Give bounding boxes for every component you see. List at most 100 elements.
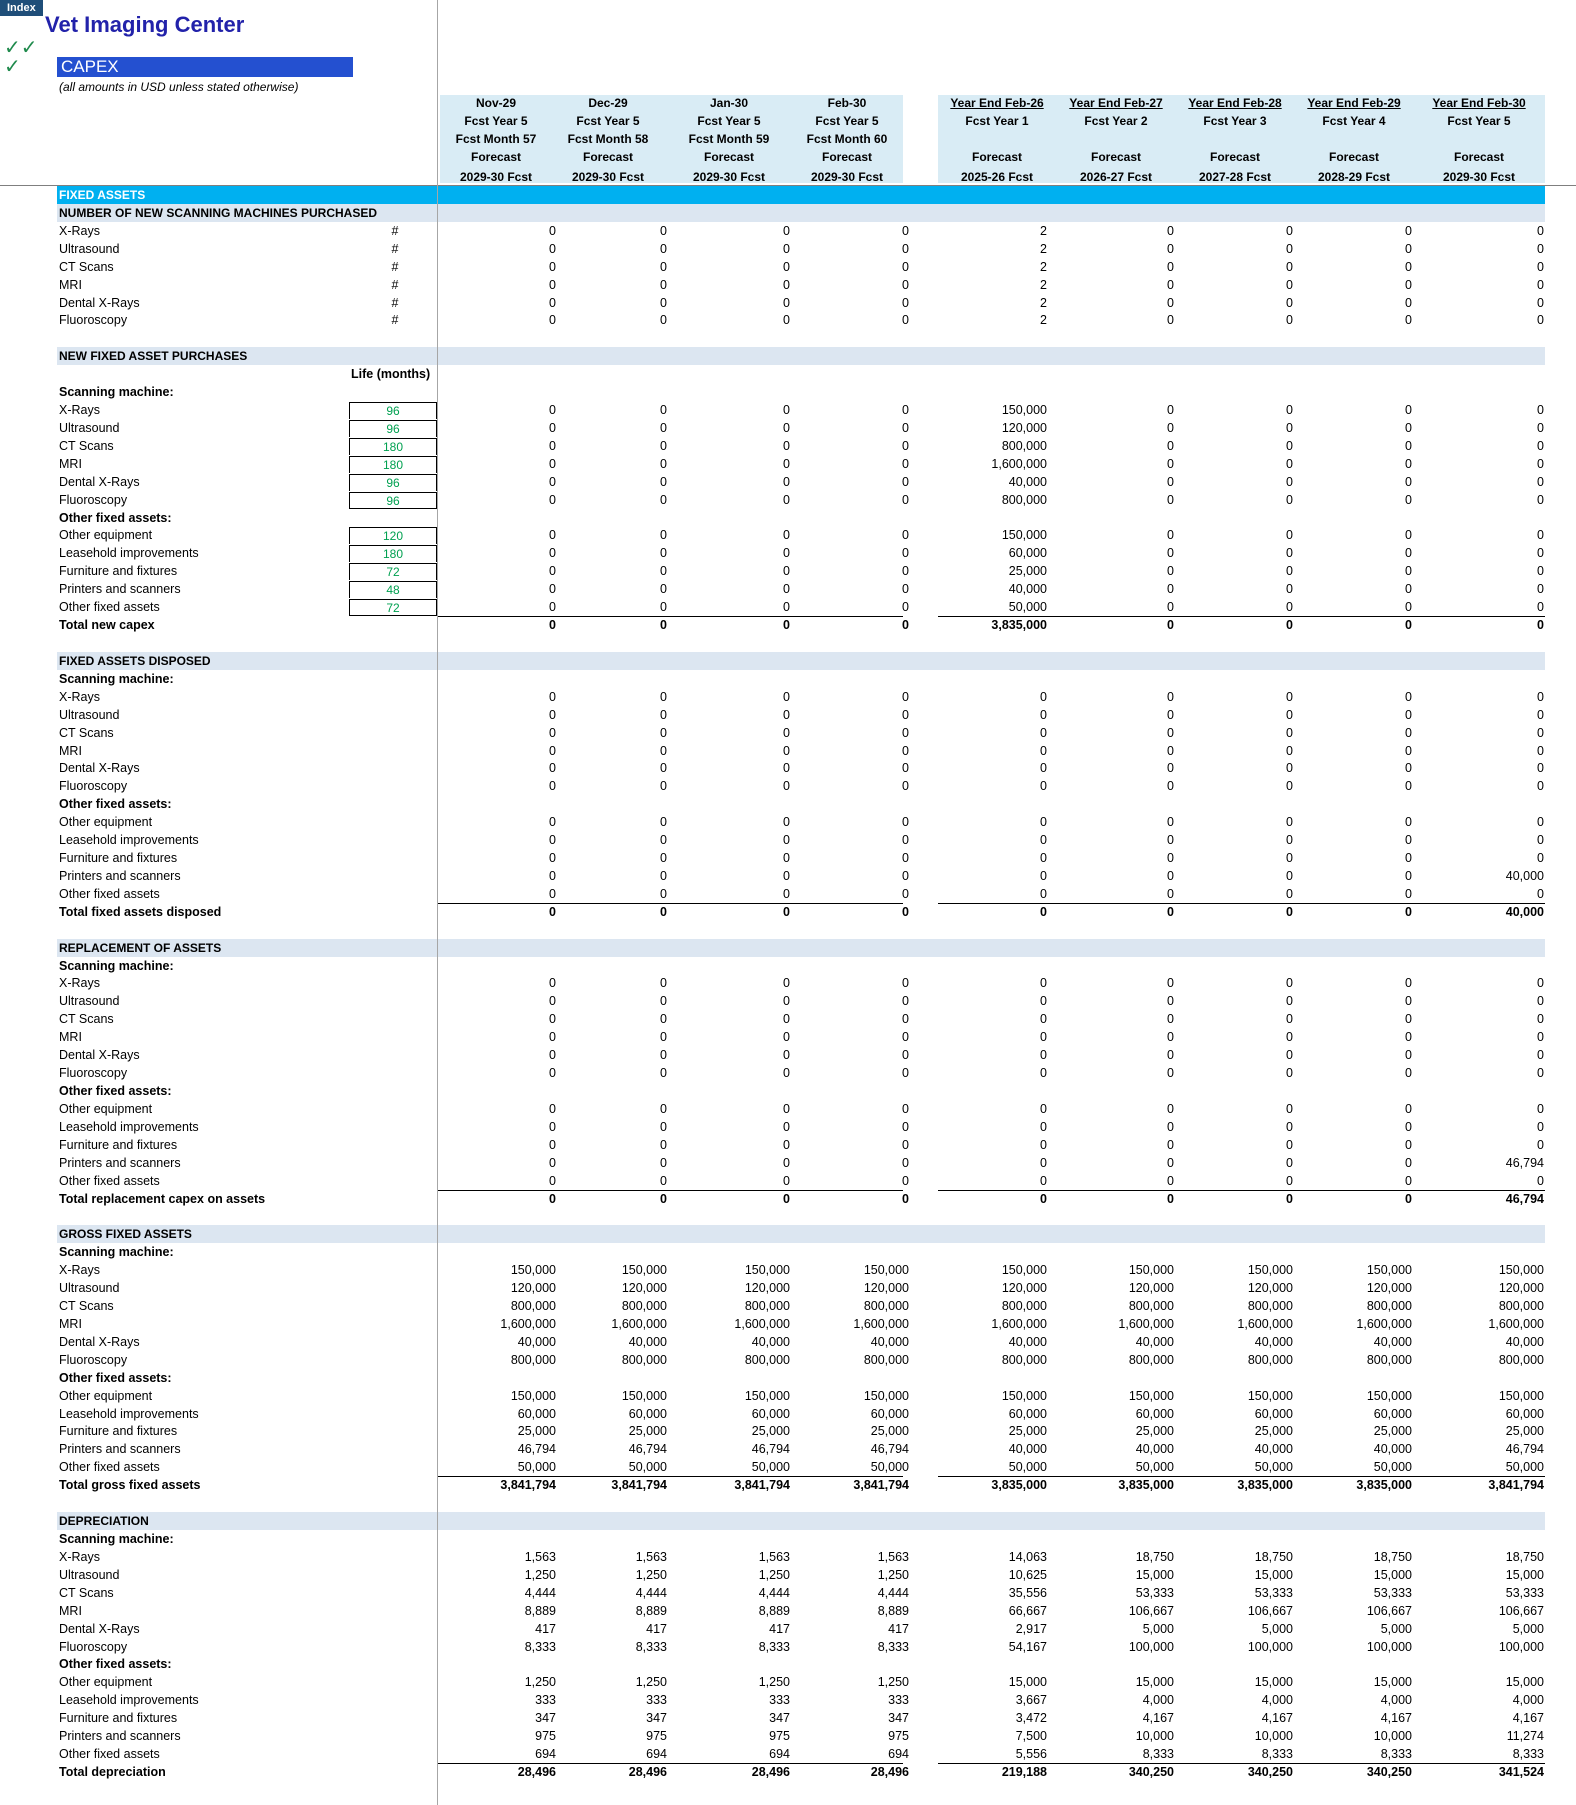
- life-months-input[interactable]: 120: [349, 527, 437, 544]
- column-header-line: Forecast: [821, 150, 873, 164]
- value-cell: 0: [1167, 744, 1174, 758]
- value-cell: 694: [888, 1747, 909, 1761]
- row-label-mri: MRI: [59, 278, 82, 292]
- section-band: [57, 347, 1545, 365]
- value-cell: 0: [660, 887, 667, 901]
- value-cell: 40,000: [1135, 1442, 1174, 1456]
- value-cell: 15,000: [1505, 1675, 1544, 1689]
- life-months-input[interactable]: 180: [349, 456, 437, 473]
- value-cell: 0: [660, 296, 667, 310]
- value-cell: 120,000: [621, 1281, 667, 1295]
- value-cell: 15,000: [1008, 1675, 1047, 1689]
- total-label: Total depreciation: [59, 1765, 166, 1779]
- value-cell: 0: [902, 224, 909, 238]
- value-cell: 60,000: [1135, 1407, 1174, 1421]
- value-cell: 0: [902, 744, 909, 758]
- value-cell: 0: [1537, 744, 1544, 758]
- value-cell: 100,000: [1247, 1640, 1293, 1654]
- value-cell: 40,000: [1254, 1335, 1293, 1349]
- value-cell: 46,794: [870, 1442, 909, 1456]
- row-label-ultrasound: Ultrasound: [59, 708, 120, 722]
- row-label-fluoroscopy: Fluoroscopy: [59, 313, 128, 327]
- life-months-input[interactable]: 96: [349, 492, 437, 509]
- value-cell: 800,000: [744, 1353, 790, 1367]
- life-months-input[interactable]: 180: [349, 545, 437, 562]
- value-cell: 40,000: [1373, 1335, 1412, 1349]
- value-cell: 40,000: [628, 1335, 667, 1349]
- value-cell: 0: [1286, 1174, 1293, 1188]
- value-cell: 0: [1040, 1174, 1047, 1188]
- total-label: Total gross fixed assets: [59, 1478, 201, 1492]
- life-months-input[interactable]: 180: [349, 438, 437, 455]
- value-cell: 40,000: [1505, 1335, 1544, 1349]
- life-months-header: Life (months): [351, 367, 431, 381]
- value-cell: 0: [1537, 1066, 1544, 1080]
- index-tab[interactable]: Index: [0, 0, 43, 16]
- value-cell: 0: [549, 1030, 556, 1044]
- value-cell: 0: [783, 1102, 790, 1116]
- value-cell: 0: [1167, 690, 1174, 704]
- value-cell: 150,000: [621, 1263, 667, 1277]
- value-cell: 1,250: [758, 1568, 790, 1582]
- value-cell: 0: [783, 278, 790, 292]
- value-cell: 15,000: [1135, 1675, 1174, 1689]
- life-months-input[interactable]: 96: [349, 474, 437, 491]
- row-label-other-equipment: Other equipment: [59, 1102, 153, 1116]
- section-title: FIXED ASSETS: [59, 188, 146, 202]
- value-cell: 0: [1286, 546, 1293, 560]
- value-cell: 0: [1286, 475, 1293, 489]
- value-cell: 0: [1040, 815, 1047, 829]
- value-cell: 4,444: [635, 1586, 667, 1600]
- value-cell: 0: [660, 708, 667, 722]
- column-header-line: 2027-28 Fcst: [1198, 170, 1272, 184]
- value-cell: 8,333: [1261, 1747, 1293, 1761]
- unit-cell: #: [391, 260, 399, 274]
- value-cell: 0: [549, 1156, 556, 1170]
- value-cell: 0: [549, 1066, 556, 1080]
- value-cell: 0: [1040, 744, 1047, 758]
- total-cell: 0: [660, 905, 667, 919]
- value-cell: 0: [1286, 242, 1293, 256]
- value-cell: 0: [549, 1102, 556, 1116]
- row-label-dental-x-rays: Dental X-Rays: [59, 761, 140, 775]
- value-cell: 0: [1167, 582, 1174, 596]
- value-cell: 0: [1167, 1048, 1174, 1062]
- life-months-input[interactable]: 72: [349, 563, 437, 580]
- value-cell: 50,000: [517, 1460, 556, 1474]
- value-cell: 4,444: [758, 1586, 790, 1600]
- column-header-line: Fcst Year 5: [815, 114, 879, 128]
- row-label-furniture-and-fixtures: Furniture and fixtures: [59, 564, 178, 578]
- value-cell: 60,000: [1373, 1407, 1412, 1421]
- value-cell: 0: [1040, 1102, 1047, 1116]
- life-months-input[interactable]: 96: [349, 402, 437, 419]
- value-cell: 18,750: [1373, 1550, 1412, 1564]
- value-cell: 0: [1405, 600, 1412, 614]
- total-rule: [938, 903, 1545, 904]
- value-cell: 0: [1286, 726, 1293, 740]
- row-label-x-rays: X-Rays: [59, 1263, 100, 1277]
- value-cell: 0: [1040, 1138, 1047, 1152]
- total-cell: 0: [783, 1192, 790, 1206]
- value-cell: 0: [1286, 976, 1293, 990]
- value-cell: 0: [1405, 887, 1412, 901]
- life-months-input[interactable]: 72: [349, 599, 437, 616]
- value-cell: 0: [549, 475, 556, 489]
- value-cell: 4,167: [1142, 1711, 1174, 1725]
- value-cell: 0: [1167, 260, 1174, 274]
- row-label-leasehold-improvements: Leasehold improvements: [59, 833, 199, 847]
- column-header-line: 2029-30 Fcst: [571, 170, 645, 184]
- value-cell: 0: [1167, 313, 1174, 327]
- life-months-input[interactable]: 96: [349, 420, 437, 437]
- value-cell: 0: [1040, 1012, 1047, 1026]
- value-cell: 150,000: [1001, 403, 1047, 417]
- value-cell: 0: [1167, 833, 1174, 847]
- value-cell: 50,000: [1135, 1460, 1174, 1474]
- value-cell: 1,563: [877, 1550, 909, 1564]
- value-cell: 0: [549, 761, 556, 775]
- value-cell: 0: [1286, 869, 1293, 883]
- value-cell: 0: [902, 726, 909, 740]
- value-cell: 40,000: [870, 1335, 909, 1349]
- life-months-input[interactable]: 48: [349, 581, 437, 598]
- value-cell: 0: [549, 869, 556, 883]
- value-cell: 25,000: [517, 1424, 556, 1438]
